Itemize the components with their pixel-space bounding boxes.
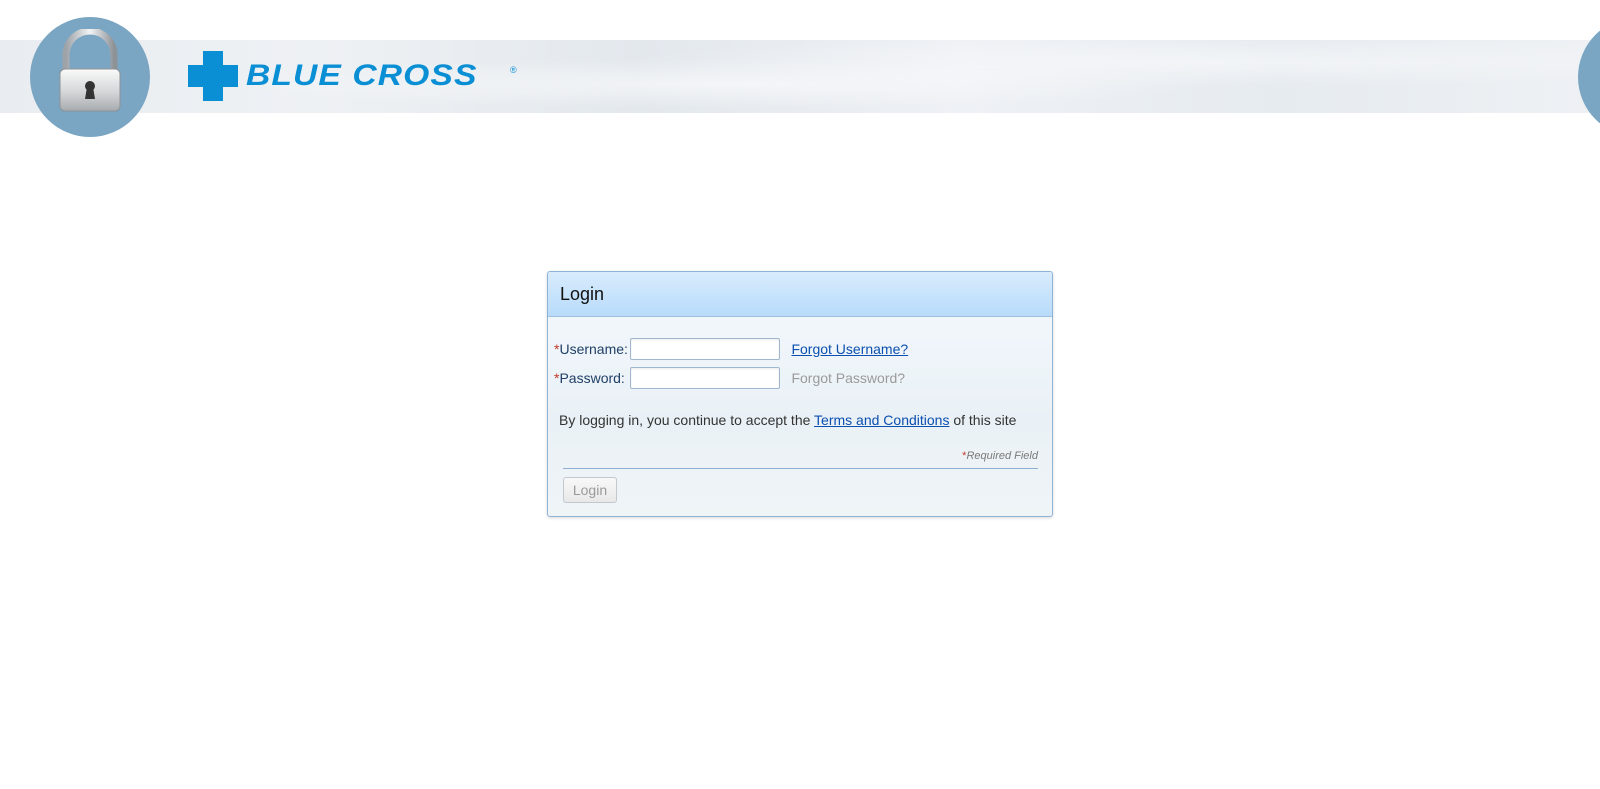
decorative-circle <box>1578 17 1600 137</box>
login-panel-header: Login <box>548 272 1052 317</box>
lock-badge <box>30 17 150 137</box>
padlock-icon <box>59 29 121 112</box>
page: BLUE CROSS ® Login * Username: Forgot Us… <box>0 0 1600 789</box>
terms-notice: By logging in, you continue to accept th… <box>559 412 1016 428</box>
forgot-password-link[interactable]: Forgot Password? <box>791 370 905 386</box>
blue-cross-logo: BLUE CROSS ® <box>188 51 517 101</box>
username-input[interactable] <box>630 338 781 360</box>
forgot-username-link[interactable]: Forgot Username? <box>791 341 908 357</box>
password-label: Password: <box>559 370 625 386</box>
required-field-note: *Required Field <box>962 450 1038 462</box>
login-button[interactable]: Login <box>563 477 617 503</box>
username-row: * Username: Forgot Username? <box>554 337 908 361</box>
password-row: * Password: Forgot Password? <box>554 366 905 390</box>
terms-suffix: of this site <box>953 412 1017 428</box>
registered-mark: ® <box>510 65 517 75</box>
username-label: Username: <box>559 341 628 357</box>
divider <box>563 468 1038 469</box>
login-panel: Login * Username: Forgot Username? * Pas… <box>547 271 1053 517</box>
password-input[interactable] <box>630 367 781 389</box>
terms-and-conditions-link[interactable]: Terms and Conditions <box>814 412 949 428</box>
terms-prefix: By logging in, you continue to accept th… <box>559 412 811 428</box>
cross-icon <box>188 51 238 101</box>
login-title: Login <box>560 283 605 304</box>
required-field-text: Required Field <box>966 450 1038 462</box>
logo-text: BLUE CROSS <box>246 59 478 92</box>
